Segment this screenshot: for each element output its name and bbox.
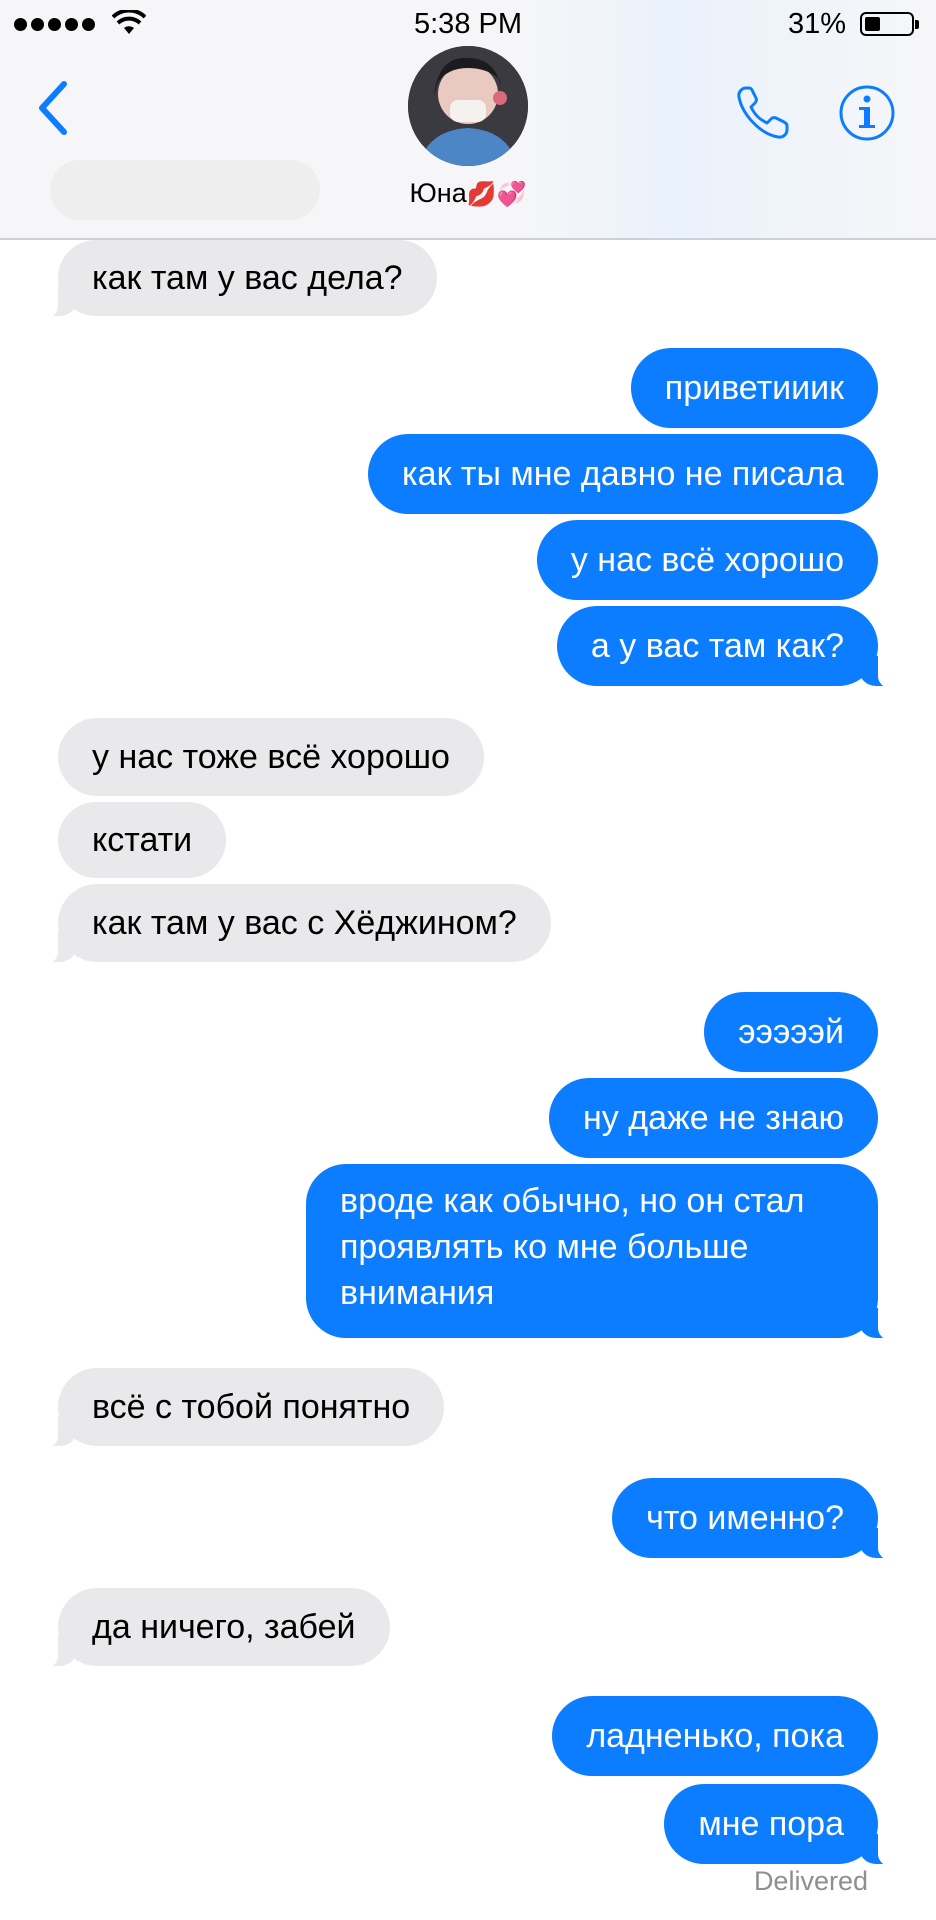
- message-text: эээээй: [738, 1013, 844, 1051]
- battery-icon: [860, 12, 919, 36]
- chevron-left-icon[interactable]: [34, 78, 74, 138]
- message-text: вроде как обычно, но он стал проявлять к…: [340, 1182, 805, 1312]
- message-bubble-outgoing[interactable]: что именно?: [612, 1478, 900, 1560]
- message-bubble-outgoing[interactable]: как ты мне давно не писала: [368, 434, 878, 514]
- message-text: как там у вас дела?: [92, 259, 403, 297]
- status-bar: 5:38 PM 31%: [0, 0, 936, 50]
- message-text: у нас тоже всё хорошо: [92, 738, 450, 776]
- message-text: кстати: [92, 821, 193, 859]
- message-text: как там у вас с Хёджином?: [92, 904, 517, 942]
- message-text: ну даже не знаю: [583, 1099, 844, 1137]
- contact-emoji: 💋💞: [466, 181, 527, 208]
- contact-name-text: Юна: [409, 178, 467, 208]
- contact-name[interactable]: Юна💋💞: [0, 178, 936, 209]
- conversation-header: 5:38 PM 31% Юна💋💞: [0, 0, 936, 240]
- message-bubble-outgoing[interactable]: эээээй: [704, 992, 878, 1072]
- message-text: мне пора: [698, 1805, 844, 1843]
- phone-icon[interactable]: [732, 82, 794, 144]
- message-text: приветииик: [664, 369, 844, 407]
- message-bubble-outgoing[interactable]: а у вас там как?: [556, 606, 901, 688]
- message-bubble-outgoing[interactable]: у нас всё хорошо: [536, 520, 878, 600]
- delivered-status: Delivered: [753, 1866, 868, 1896]
- message-bubble-incoming[interactable]: да ничего, забей: [36, 1588, 390, 1668]
- message-bubble-incoming[interactable]: у нас тоже всё хорошо: [58, 718, 484, 796]
- avatar[interactable]: [408, 46, 528, 166]
- message-text: ладненько, пока: [586, 1717, 844, 1755]
- message-bubble-outgoing[interactable]: ну даже не знаю: [549, 1078, 878, 1158]
- message-text: что именно?: [646, 1499, 844, 1537]
- message-text: у нас всё хорошо: [570, 541, 844, 579]
- message-bubble-outgoing[interactable]: мне пора: [664, 1784, 900, 1866]
- battery-percentage: 31%: [787, 8, 846, 40]
- message-bubble-outgoing[interactable]: приветииик: [630, 348, 878, 428]
- message-text: а у вас там как?: [590, 627, 844, 665]
- message-bubble-outgoing[interactable]: ладненько, пока: [552, 1696, 878, 1776]
- message-bubble-incoming[interactable]: как там у вас с Хёджином?: [36, 884, 551, 964]
- message-bubble-incoming[interactable]: как там у вас дела?: [36, 240, 437, 318]
- avatar-image: [408, 46, 528, 166]
- message-text: как ты мне давно не писала: [402, 455, 844, 493]
- message-bubble-outgoing[interactable]: вроде как обычно, но он стал проявлять к…: [306, 1164, 900, 1340]
- message-bubble-incoming[interactable]: всё с тобой понятно: [35, 1368, 445, 1448]
- message-text: да ничего, забей: [92, 1608, 356, 1646]
- message-bubble-incoming[interactable]: кстати: [58, 802, 227, 878]
- info-icon[interactable]: [838, 84, 896, 142]
- message-text: всё с тобой понятно: [92, 1388, 411, 1426]
